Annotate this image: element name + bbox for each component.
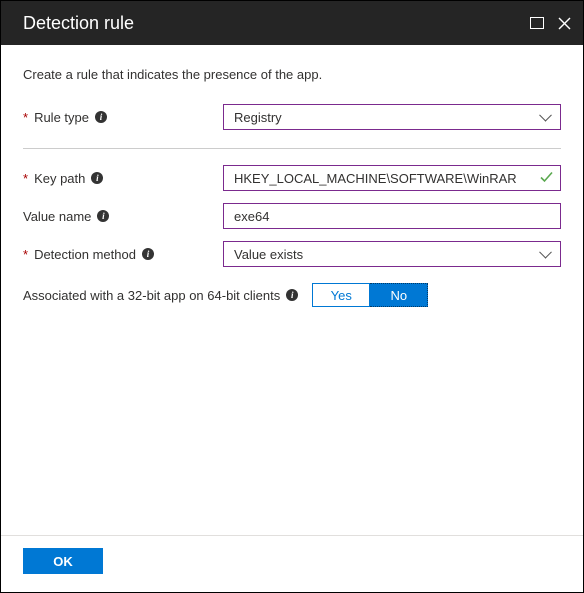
detection-method-select[interactable]: Value exists (223, 241, 561, 267)
required-star: * (23, 110, 28, 125)
required-star: * (23, 247, 28, 262)
required-star: * (23, 171, 28, 186)
rule-type-row: * Rule type i Registry (23, 104, 561, 130)
value-name-field (223, 203, 561, 229)
label-text: Value name (23, 209, 91, 224)
key-path-field (223, 165, 561, 191)
key-path-label: * Key path i (23, 171, 223, 186)
select-value: Registry (234, 110, 282, 125)
info-icon[interactable]: i (95, 111, 107, 123)
intro-text: Create a rule that indicates the presenc… (23, 67, 561, 82)
detection-method-label: * Detection method i (23, 247, 223, 262)
value-name-input[interactable] (223, 203, 561, 229)
value-name-label: Value name i (23, 209, 223, 224)
ok-button[interactable]: OK (23, 548, 103, 574)
rule-type-select[interactable]: Registry (223, 104, 561, 130)
info-icon[interactable]: i (142, 248, 154, 260)
value-name-row: Value name i (23, 203, 561, 229)
dialog-body: Create a rule that indicates the presenc… (1, 45, 583, 535)
dialog-title: Detection rule (23, 13, 134, 34)
header-actions (530, 17, 571, 30)
select-value: Value exists (234, 247, 303, 262)
info-icon[interactable]: i (91, 172, 103, 184)
label-text: Detection method (34, 247, 136, 262)
key-path-input[interactable] (223, 165, 561, 191)
detection-method-row: * Detection method i Value exists (23, 241, 561, 267)
associated-32bit-label: Associated with a 32-bit app on 64-bit c… (23, 288, 298, 303)
associated-32bit-row: Associated with a 32-bit app on 64-bit c… (23, 283, 561, 307)
yes-no-toggle: Yes No (312, 283, 428, 307)
rule-type-label: * Rule type i (23, 110, 223, 125)
label-text: Associated with a 32-bit app on 64-bit c… (23, 288, 280, 303)
maximize-icon[interactable] (530, 17, 544, 29)
info-icon[interactable]: i (286, 289, 298, 301)
dialog-footer: OK (1, 535, 583, 592)
close-icon[interactable] (558, 17, 571, 30)
info-icon[interactable]: i (97, 210, 109, 222)
label-text: Key path (34, 171, 85, 186)
rule-type-field: Registry (223, 104, 561, 130)
toggle-no[interactable]: No (370, 283, 428, 307)
key-path-row: * Key path i (23, 165, 561, 191)
dialog-header: Detection rule (1, 1, 583, 45)
label-text: Rule type (34, 110, 89, 125)
toggle-yes[interactable]: Yes (312, 283, 370, 307)
detection-method-field: Value exists (223, 241, 561, 267)
divider (23, 148, 561, 149)
